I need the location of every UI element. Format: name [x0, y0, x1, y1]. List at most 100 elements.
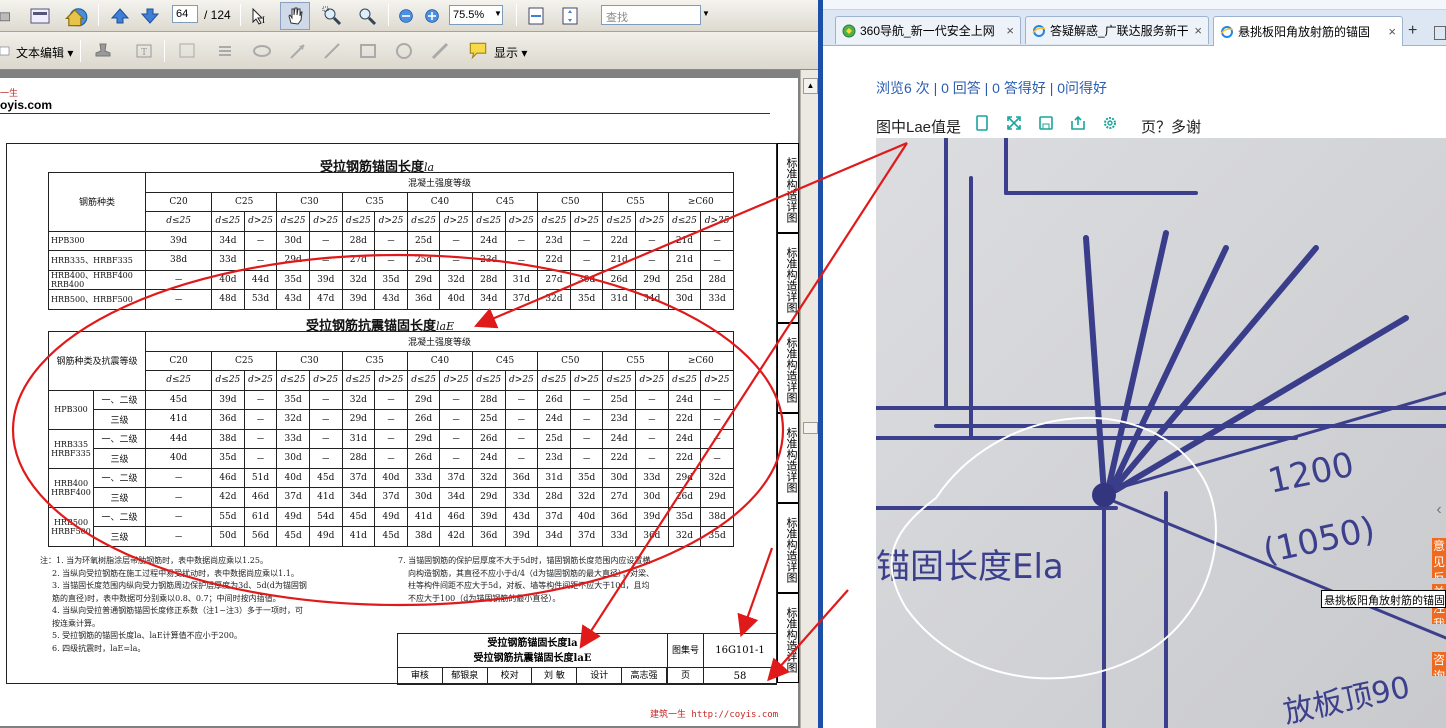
page-value: 58 [733, 671, 747, 682]
marquee-zoom-icon[interactable] [320, 4, 344, 28]
table-cell: － [504, 250, 539, 271]
feedback-button[interactable]: 意见反馈 [1432, 538, 1446, 578]
pencil-tool-icon[interactable] [428, 41, 452, 61]
dynamic-zoom-icon[interactable] [355, 4, 379, 28]
side-tab[interactable]: 标准构造详图 [777, 503, 799, 593]
close-icon[interactable]: × [1388, 24, 1396, 39]
side-tab[interactable]: 标准构造详图 [777, 143, 799, 233]
table-cell: 24d [602, 428, 637, 449]
table-cell: 31d [341, 428, 376, 449]
table-cell: － [635, 409, 669, 430]
cloud-icon[interactable] [250, 41, 274, 61]
show-comments-icon[interactable] [464, 40, 492, 62]
question-stats[interactable]: 浏览6 次 | 0 回答 | 0 答得好 | 0问得好 [876, 78, 1107, 98]
fit-width-icon[interactable] [524, 4, 548, 28]
table-cell: － [439, 389, 473, 410]
steel-type: HRB335 HRBF335 [47, 428, 95, 469]
sub-header: d≤25 [471, 211, 506, 232]
next-page-icon[interactable] [138, 5, 162, 27]
chevron-down-icon[interactable]: ▼ [494, 9, 502, 18]
text-box-icon[interactable]: T [132, 41, 156, 61]
home-globe-icon[interactable] [62, 3, 90, 29]
ie-logo-icon [1220, 25, 1234, 39]
sub-header: d>25 [504, 370, 539, 391]
browser-tab[interactable]: 360导航_新一代安全上网 × [835, 16, 1021, 44]
display-menu[interactable]: 显示 ▾ [494, 44, 527, 61]
fit-page-icon[interactable] [558, 4, 582, 28]
table-cell: － [569, 409, 604, 430]
consult-button[interactable]: 咨询 [1432, 652, 1446, 676]
properties-icon[interactable] [28, 5, 52, 27]
table-cell: 48d [211, 289, 245, 310]
zoom-in-icon[interactable] [422, 6, 442, 26]
seismic-level: 一、二级 [93, 389, 147, 410]
page-total-label: / 124 [204, 8, 231, 22]
pdf-toolbar-edit: 文本编辑 ▾ T 显示 ▾ [0, 32, 820, 70]
sub-header: d≤25 [406, 211, 441, 232]
table-cell: 37d [374, 487, 408, 508]
scroll-thumb[interactable] [803, 422, 818, 434]
table-cell: 41d [308, 487, 343, 508]
ellipse-tool-icon[interactable] [392, 41, 416, 61]
chevron-down-icon[interactable]: ▼ [702, 9, 710, 18]
table-cell: 32d [569, 487, 604, 508]
side-arrow-icon[interactable]: ‹ [1432, 490, 1446, 530]
table-cell: 42d [211, 487, 245, 508]
fullscreen-icon[interactable] [1003, 112, 1025, 134]
browser-tab[interactable]: 答疑解惑_广联达服务新干 × [1025, 16, 1209, 44]
hand-tool-icon[interactable] [280, 2, 310, 30]
browser-tab[interactable]: 悬挑板阳角放射筋的锚固 × [1213, 16, 1403, 46]
page-number-input[interactable]: 64 [172, 5, 198, 23]
question-photo[interactable]: 1200 (1050) 锚固长度Ela 放板顶90 [876, 138, 1446, 728]
side-tab[interactable]: 标准构造详图 [777, 413, 799, 503]
table-cell: 26d [406, 448, 441, 469]
table-cell: 30d [276, 448, 310, 469]
table-cell: 39d [211, 389, 245, 410]
table-cell: 32d [341, 269, 376, 290]
bookmark-bar [823, 0, 1446, 10]
phone-icon[interactable] [971, 112, 993, 134]
note-icon[interactable] [176, 41, 198, 61]
edit-text-icon[interactable] [0, 42, 10, 60]
table-cell: － [243, 389, 278, 410]
table-cell: － [308, 250, 343, 271]
table-cell: 46d [439, 506, 473, 527]
line-tool-icon[interactable] [320, 41, 344, 61]
rectangle-tool-icon[interactable] [356, 41, 380, 61]
table-cell: 32d [276, 409, 310, 430]
select-text-icon[interactable]: I [248, 5, 270, 27]
note-line: 3. 当锚固长度范围内纵向受力钢筋周边保护层厚度为3d、5d(d为锚固钢 [52, 581, 307, 590]
side-tab[interactable]: 标准构造详图 [777, 233, 799, 323]
sub-header: d>25 [439, 211, 473, 232]
settings-gear-icon[interactable] [1099, 112, 1121, 134]
zoom-out-icon[interactable] [396, 6, 416, 26]
close-icon[interactable]: × [1194, 23, 1202, 38]
print-icon[interactable] [0, 6, 16, 26]
stamp-icon[interactable] [88, 41, 118, 61]
text-edit-menu[interactable]: 文本编辑 ▾ [16, 44, 73, 61]
table-cell: － [635, 389, 669, 410]
tab-list-icon[interactable] [1434, 26, 1446, 40]
share-icon[interactable] [1067, 112, 1089, 134]
sign-cell: 郁银泉 [443, 668, 488, 685]
lines-icon[interactable] [214, 41, 236, 61]
seismic-level: 三级 [93, 487, 147, 508]
grade-header: ≥C60 [667, 191, 735, 212]
vertical-scrollbar[interactable]: ▲ [800, 70, 820, 728]
table-cell: － [569, 428, 604, 449]
table-cell: 45d [341, 506, 376, 527]
arrow-tool-icon[interactable] [286, 41, 310, 61]
new-tab-button[interactable]: + [1408, 22, 1417, 40]
save-icon[interactable] [1035, 112, 1057, 134]
side-tab[interactable]: 标准构造详图 [777, 593, 799, 683]
prev-page-icon[interactable] [108, 5, 132, 27]
table-cell: 40d [211, 269, 245, 290]
find-input[interactable]: 查找 [601, 5, 701, 25]
pdf-viewport[interactable]: 一生 oyis.com 受拉钢筋锚固长度la 钢筋种类 混凝土强度等级 C20 C25… [0, 70, 800, 728]
table-cell: 26d [537, 389, 571, 410]
table-cell: 34d [635, 289, 669, 310]
sub-header: d>25 [374, 211, 408, 232]
close-icon[interactable]: × [1006, 23, 1014, 38]
side-tab[interactable]: 标准构造详图 [777, 323, 799, 413]
scroll-up-icon[interactable]: ▲ [803, 78, 818, 94]
